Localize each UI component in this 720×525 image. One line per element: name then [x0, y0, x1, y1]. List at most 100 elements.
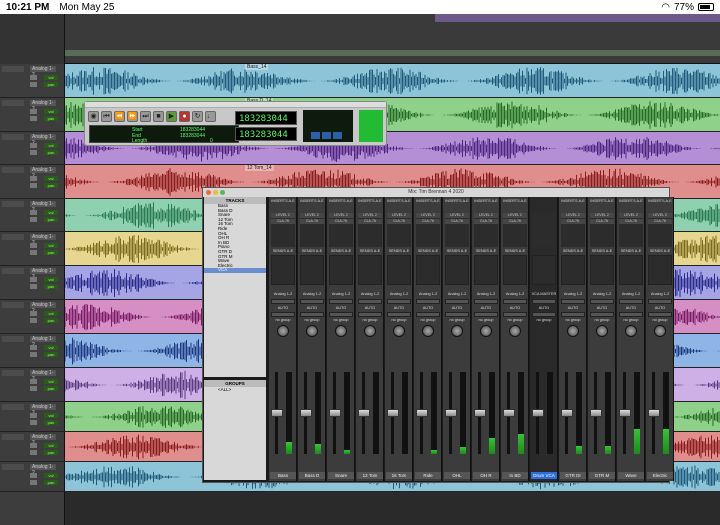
track-pan-value[interactable]: pan — [44, 116, 58, 121]
track-pan-value[interactable]: pan — [44, 352, 58, 357]
insert-slot[interactable]: LEVEL 2 — [271, 213, 295, 218]
return-to-zero-button[interactable]: ⏮ — [101, 111, 112, 122]
group-selector[interactable]: no group — [589, 318, 615, 322]
volume-fader[interactable] — [271, 408, 283, 417]
tracks-header[interactable]: TRACKS — [204, 197, 266, 204]
inserts-area[interactable]: LEVEL 2 CLA-76 — [561, 213, 585, 247]
sends-area[interactable] — [358, 255, 382, 285]
timeline-ruler[interactable] — [0, 14, 720, 64]
track-vol-value[interactable]: vol — [44, 210, 58, 215]
volume-fader[interactable] — [329, 408, 341, 417]
volume-fader[interactable] — [590, 408, 602, 417]
pan-knob[interactable] — [509, 325, 521, 337]
automation-mode[interactable]: AUTO — [560, 306, 586, 310]
track-header[interactable]: Analog 1-2 vol pan — [0, 300, 65, 334]
inserts-area[interactable]: LEVEL 2 CLA-76 — [329, 213, 353, 247]
groups-header[interactable]: GROUPS — [204, 380, 266, 387]
track-io[interactable]: Analog 1-2 — [30, 302, 56, 314]
main-counter[interactable]: 183283044 — [235, 111, 297, 125]
io-selector[interactable] — [619, 299, 643, 304]
automation-selector[interactable] — [271, 312, 295, 317]
track-io[interactable]: Analog 1-2 — [30, 268, 56, 280]
insert-slot[interactable]: LEVEL 2 — [358, 213, 382, 218]
insert-slot[interactable]: LEVEL 2 — [329, 213, 353, 218]
sends-area[interactable] — [648, 255, 672, 285]
pan-knob[interactable] — [451, 325, 463, 337]
track-name-field[interactable] — [2, 464, 24, 470]
inserts-area[interactable]: LEVEL 2 CLA-76 — [590, 213, 614, 247]
pan-knob[interactable] — [654, 325, 666, 337]
insert-slot[interactable]: CLA-76 — [648, 219, 672, 224]
pan-knob[interactable] — [567, 325, 579, 337]
sends-area[interactable] — [416, 255, 440, 285]
automation-selector[interactable] — [387, 312, 411, 317]
record-button[interactable]: ● — [179, 111, 190, 122]
sends-area[interactable] — [271, 255, 295, 285]
volume-fader[interactable] — [387, 408, 399, 417]
insert-slot[interactable]: CLA-76 — [271, 219, 295, 224]
sends-area[interactable] — [561, 255, 585, 285]
inserts-area[interactable]: LEVEL 2 CLA-76 — [416, 213, 440, 247]
volume-fader[interactable] — [416, 408, 428, 417]
zoom-window-icon[interactable] — [220, 190, 225, 195]
insert-slot[interactable]: LEVEL 2 — [416, 213, 440, 218]
clip-name[interactable]: 12 Tom_14 — [245, 165, 274, 171]
automation-mode[interactable]: AUTO — [502, 306, 528, 310]
track-pan-value[interactable]: pan — [44, 217, 58, 222]
sends-area[interactable] — [474, 255, 498, 285]
clip-name[interactable]: Bass_14 — [245, 64, 269, 70]
group-selector[interactable]: no group — [531, 318, 557, 322]
automation-mode[interactable]: AUTO — [357, 306, 383, 310]
channel-name[interactable]: GTR DI — [560, 472, 586, 479]
channel-name[interactable]: OH R — [473, 472, 499, 479]
automation-mode[interactable]: AUTO — [444, 306, 470, 310]
insert-slot[interactable]: CLA-76 — [619, 219, 643, 224]
automation-selector[interactable] — [619, 312, 643, 317]
channel-name[interactable]: Bass D — [299, 472, 325, 479]
automation-mode[interactable]: AUTO — [589, 306, 615, 310]
io-selector[interactable] — [358, 299, 382, 304]
inserts-area[interactable]: LEVEL 2 CLA-76 — [474, 213, 498, 247]
insert-slot[interactable]: LEVEL 2 — [445, 213, 469, 218]
track-header[interactable]: Analog 1-2 vol pan — [0, 368, 65, 402]
rewind-button[interactable]: ⏪ — [114, 111, 125, 122]
track-vol-value[interactable]: vol — [44, 413, 58, 418]
channel-name[interactable]: In BD — [502, 472, 528, 479]
inserts-area[interactable]: LEVEL 2 CLA-76 — [648, 213, 672, 247]
insert-slot[interactable]: CLA-76 — [387, 219, 411, 224]
track-header[interactable]: Analog 1-2 vol pan — [0, 64, 65, 98]
automation-selector[interactable] — [648, 312, 672, 317]
track-io[interactable]: Analog 1-2 — [30, 234, 56, 246]
pan-knob[interactable] — [480, 325, 492, 337]
track-pan-value[interactable]: pan — [44, 150, 58, 155]
track-io[interactable]: Analog 1-2 — [30, 464, 56, 476]
automation-selector[interactable] — [474, 312, 498, 317]
insert-slot[interactable]: LEVEL 2 — [300, 213, 324, 218]
pan-knob[interactable] — [422, 325, 434, 337]
track-lane[interactable]: Bass_14 — [65, 64, 720, 98]
ruler-markers[interactable] — [65, 50, 720, 56]
group-selector[interactable]: no group — [618, 318, 644, 322]
automation-mode[interactable]: AUTO — [299, 306, 325, 310]
track-name-field[interactable] — [2, 370, 24, 376]
track-header[interactable]: Analog 1-2 vol pan — [0, 232, 65, 266]
track-vol-value[interactable]: vol — [44, 473, 58, 478]
go-to-end-button[interactable]: ⏭ — [140, 111, 151, 122]
track-pan-value[interactable]: pan — [44, 318, 58, 323]
volume-fader[interactable] — [561, 408, 573, 417]
track-header[interactable]: Analog 1-2 vol pan — [0, 132, 65, 165]
sends-area[interactable] — [503, 255, 527, 285]
pan-knob[interactable] — [364, 325, 376, 337]
volume-fader[interactable] — [532, 408, 544, 417]
channel-name[interactable]: 16 Tom — [386, 472, 412, 479]
insert-slot[interactable]: CLA-76 — [445, 219, 469, 224]
insert-slot[interactable]: CLA-76 — [474, 219, 498, 224]
track-pan-value[interactable]: pan — [44, 450, 58, 455]
inserts-area[interactable]: LEVEL 2 CLA-76 — [619, 213, 643, 247]
group-list-item[interactable]: <ALL> — [204, 387, 266, 392]
io-selector[interactable] — [416, 299, 440, 304]
track-list-item[interactable]: VCA — [204, 268, 266, 273]
mix-titlebar[interactable]: Mix: Tim Brennan 4 2020 — [203, 188, 669, 197]
mode-icon-3[interactable] — [333, 132, 342, 139]
track-io[interactable]: Analog 1-2 — [30, 434, 56, 446]
